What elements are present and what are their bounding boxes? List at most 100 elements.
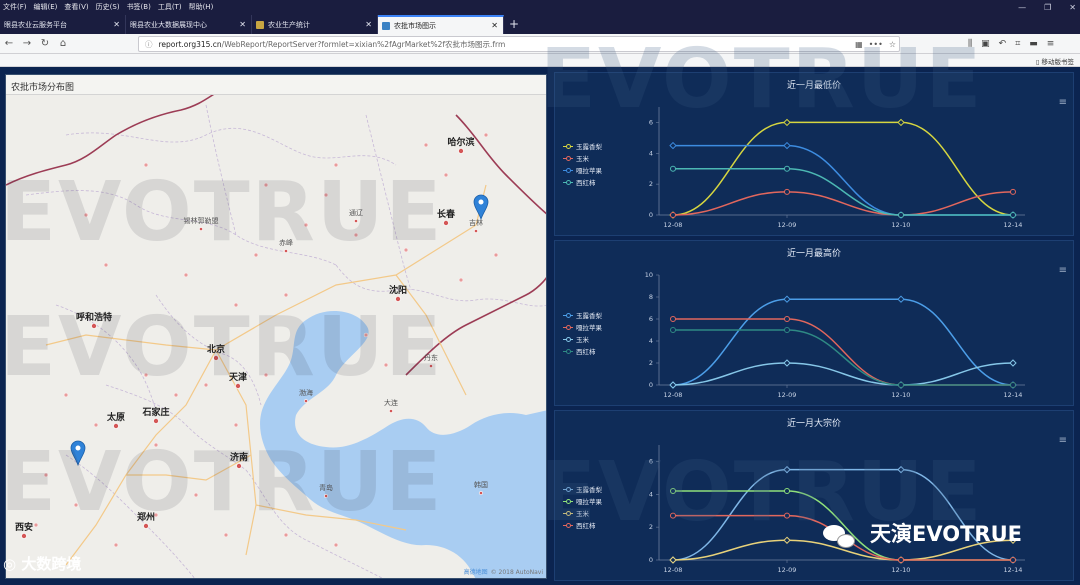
data-point[interactable] <box>784 188 790 195</box>
data-point[interactable] <box>1010 212 1016 218</box>
sidebar-icon[interactable]: ▣ <box>981 39 990 49</box>
data-point[interactable] <box>783 536 791 544</box>
town-marker-icon <box>153 442 159 448</box>
city-dot-icon <box>429 364 433 368</box>
data-point[interactable] <box>783 118 791 127</box>
menu-icon[interactable]: ≡ <box>1047 39 1055 49</box>
site-info-icon[interactable]: ⓘ <box>145 39 153 50</box>
new-tab-button[interactable]: + <box>504 15 524 34</box>
mobile-bookmarks-link[interactable]: ▯ 移动版书签 <box>1036 56 1074 66</box>
library-icon[interactable]: ⫼ <box>968 39 972 49</box>
province-boundary <box>65 454 195 578</box>
tab-cloud-platform[interactable]: 眼县农业云服务平台 ✕ <box>0 15 126 34</box>
menu-view[interactable]: 查看(V) <box>64 2 88 12</box>
data-point[interactable] <box>783 295 791 303</box>
market-pin-icon[interactable] <box>473 194 489 221</box>
town-marker-icon <box>443 172 449 178</box>
tab-label: 眼县农业大数据展现中心 <box>130 20 207 29</box>
data-point[interactable] <box>783 359 791 367</box>
y-tick-label: 4 <box>649 149 653 157</box>
menu-bar: 文件(F) 编辑(E) 查看(V) 历史(S) 书签(B) 工具(T) 帮助(H… <box>0 0 1080 14</box>
market-map-panel: 农批市场分布图 哈尔滨 长春 沈阳 北京 天津 石家庄 太原 济南 郑州 西安 呼和浩特 吉林 锡林郭勒… <box>5 74 547 579</box>
page-actions-icon[interactable]: ••• <box>869 40 883 49</box>
province-boundary <box>365 114 412 291</box>
menu-history[interactable]: 历史(S) <box>96 2 120 12</box>
data-point[interactable] <box>898 382 904 388</box>
bookmark-star-icon[interactable]: ☆ <box>889 40 896 49</box>
data-point[interactable] <box>784 165 790 172</box>
tab-market-map[interactable]: 农批市场图示 ✕ <box>378 15 504 34</box>
series-line <box>672 318 1013 386</box>
close-window-icon[interactable]: ✕ <box>1069 3 1076 12</box>
data-point[interactable] <box>670 512 676 519</box>
market-pin-icon[interactable] <box>70 440 86 467</box>
data-point[interactable] <box>898 557 904 563</box>
town-marker-icon <box>203 382 209 388</box>
data-point[interactable] <box>784 327 790 333</box>
menu-bookmarks[interactable]: 书签(B) <box>127 2 151 12</box>
close-tab-icon[interactable]: ✕ <box>113 20 120 29</box>
market-map[interactable]: 哈尔滨长春沈阳北京天津石家庄太原济南郑州西安呼和浩特吉林锡林郭勒盟大连青岛 韩国丹… <box>6 75 547 579</box>
data-point[interactable] <box>784 512 790 519</box>
data-point[interactable] <box>784 316 790 322</box>
maximize-icon[interactable]: ❐ <box>1044 3 1051 12</box>
close-tab-icon[interactable]: ✕ <box>239 20 246 29</box>
menu-tools[interactable]: 工具(T) <box>158 2 182 12</box>
report-content: 农批市场分布图 哈尔滨 长春 沈阳 北京 天津 石家庄 太原 济南 郑州 西安 呼和浩特 吉林 锡林郭勒… <box>0 67 1080 585</box>
address-url: report.org315.cn/WebReport/ReportServer?… <box>158 39 506 49</box>
city-label: 大连 <box>384 398 398 407</box>
back-icon[interactable]: ← <box>0 38 18 49</box>
province-boundary <box>205 104 237 236</box>
data-point[interactable] <box>669 141 677 150</box>
data-point[interactable] <box>1009 359 1017 367</box>
city-label: 锡林郭勒盟 <box>184 216 219 225</box>
chat-icon[interactable]: ▬ <box>1029 39 1038 49</box>
menu-help[interactable]: 帮助(H) <box>189 2 214 12</box>
data-point[interactable] <box>670 488 676 494</box>
data-point[interactable] <box>1010 382 1016 388</box>
data-point[interactable] <box>670 212 676 218</box>
data-point[interactable] <box>784 488 790 494</box>
reload-icon[interactable]: ↻ <box>36 38 54 49</box>
tab-label: 眼县农业云服务平台 <box>4 20 67 29</box>
data-point[interactable] <box>670 316 676 322</box>
data-point[interactable] <box>783 141 791 150</box>
close-tab-icon[interactable]: ✕ <box>365 20 372 29</box>
forward-icon[interactable]: → <box>18 38 36 49</box>
city-label: 郑州 <box>137 511 155 522</box>
data-point[interactable] <box>1010 188 1016 195</box>
data-point[interactable] <box>897 465 905 474</box>
data-point[interactable] <box>670 327 676 333</box>
town-marker-icon <box>403 247 409 253</box>
province-boundary <box>25 190 337 266</box>
city-label: 哈尔滨 <box>447 136 474 147</box>
line-chart: 0 2 4 6 12-08 12-09 12-10 12-14 <box>649 445 1025 574</box>
qr-code-icon[interactable]: ▦ <box>855 40 863 49</box>
menu-file[interactable]: 文件(F) <box>3 2 27 12</box>
data-point[interactable] <box>897 118 905 127</box>
undo-icon[interactable]: ↶ <box>999 39 1007 49</box>
tab-production-stats[interactable]: 农业生产统计 ✕ <box>252 15 378 34</box>
menu-edit[interactable]: 编辑(E) <box>34 2 58 12</box>
national-border <box>6 89 546 215</box>
home-icon[interactable]: ⌂ <box>54 38 72 49</box>
city-dot-icon <box>458 148 464 154</box>
data-point[interactable] <box>783 465 791 474</box>
data-point[interactable] <box>1010 557 1016 563</box>
tab-bigdata-center[interactable]: 眼县农业大数据展现中心 ✕ <box>126 15 252 34</box>
town-marker-icon <box>383 362 389 368</box>
address-bar[interactable]: ⓘ report.org315.cn/WebReport/ReportServe… <box>138 36 900 52</box>
close-tab-icon[interactable]: ✕ <box>491 21 498 30</box>
province-boundary <box>105 384 247 471</box>
data-point[interactable] <box>897 295 905 303</box>
data-point[interactable] <box>898 212 904 218</box>
city-dot-icon <box>284 249 288 253</box>
screenshot-icon[interactable]: ⌗ <box>1015 39 1020 49</box>
minimize-icon[interactable]: — <box>1018 3 1026 12</box>
town-marker-icon <box>483 132 489 138</box>
data-point[interactable] <box>669 381 677 389</box>
city-label: 天津 <box>229 371 247 382</box>
data-point[interactable] <box>669 556 677 564</box>
city-dot-icon <box>91 323 97 329</box>
data-point[interactable] <box>670 165 676 172</box>
